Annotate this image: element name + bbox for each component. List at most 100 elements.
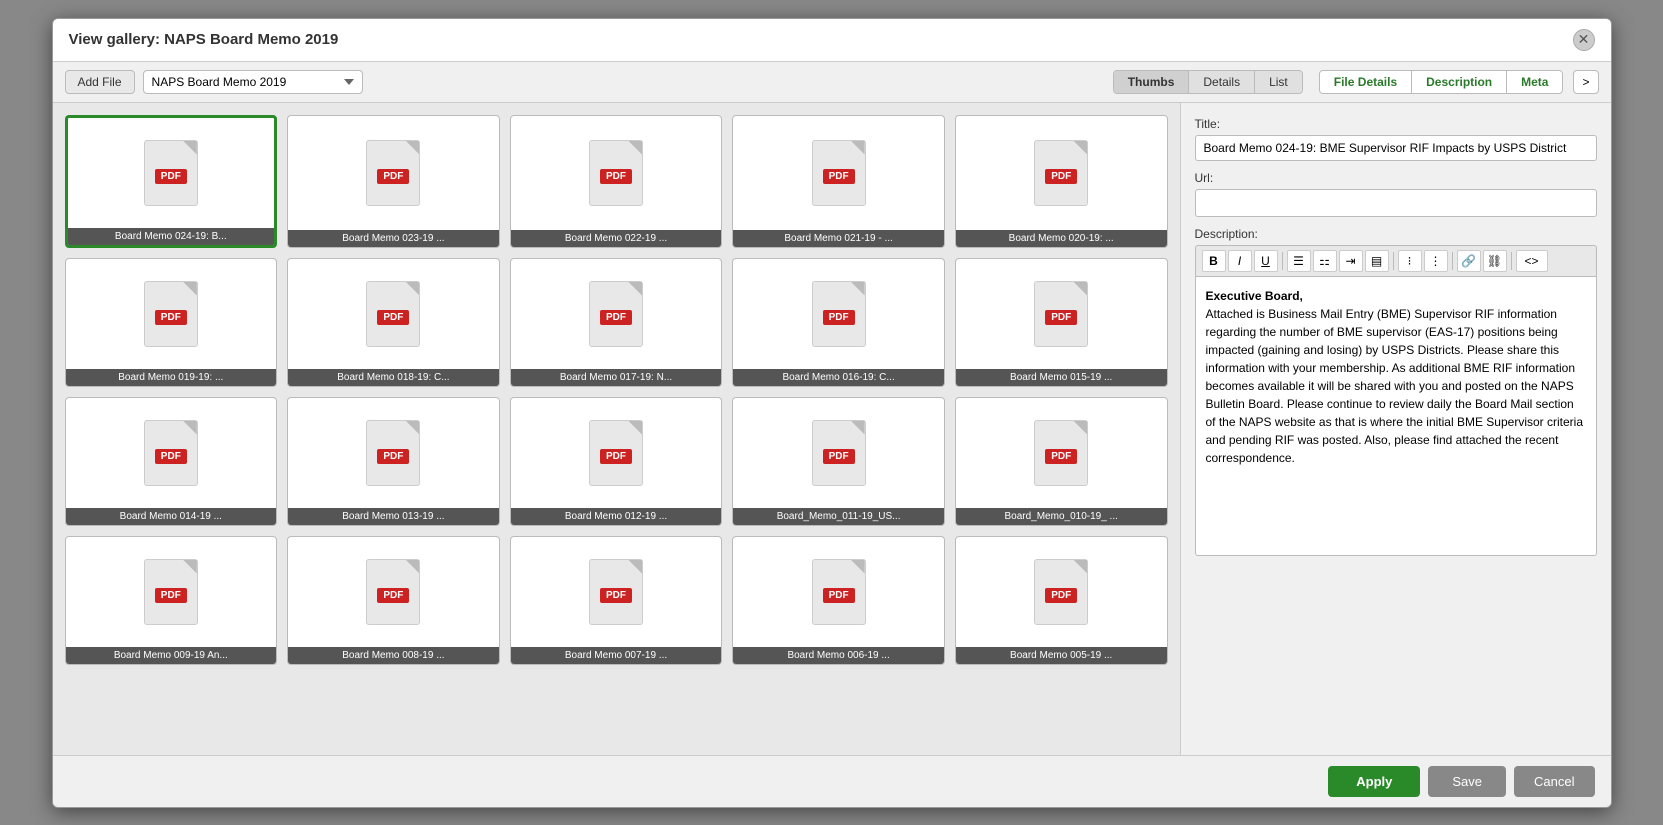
thumb-img-10: PDF: [66, 398, 277, 508]
thumb-item-3[interactable]: PDF Board Memo 021-19 - ...: [732, 115, 945, 248]
thumb-img-2: PDF: [511, 116, 722, 230]
url-input[interactable]: [1195, 189, 1597, 217]
unlink-button[interactable]: ⛓: [1483, 250, 1507, 272]
cancel-button[interactable]: Cancel: [1514, 766, 1594, 797]
pdf-corner-8: [851, 282, 865, 296]
thumb-item-10[interactable]: PDF Board Memo 014-19 ...: [65, 397, 278, 526]
pdf-badge-2: PDF: [600, 169, 632, 184]
pdf-corner-10: [183, 421, 197, 435]
divider-3: [1452, 252, 1453, 270]
more-button[interactable]: >: [1573, 70, 1598, 94]
pdf-corner-11: [405, 421, 419, 435]
close-button[interactable]: ✕: [1573, 29, 1595, 51]
thumb-item-0[interactable]: PDF Board Memo 024-19: B...: [65, 115, 278, 248]
thumb-item-19[interactable]: PDF Board Memo 005-19 ...: [955, 536, 1168, 665]
pdf-badge-11: PDF: [377, 449, 409, 464]
pdf-icon-11: PDF: [363, 418, 423, 488]
thumb-label-19: Board Memo 005-19 ...: [956, 647, 1167, 664]
bold-button[interactable]: B: [1202, 250, 1226, 272]
thumb-item-15[interactable]: PDF Board Memo 009-19 An...: [65, 536, 278, 665]
thumb-label-6: Board Memo 018-19: C...: [288, 369, 499, 386]
pdf-icon-body-4: PDF: [1034, 140, 1088, 206]
link-button[interactable]: 🔗: [1457, 250, 1481, 272]
align-center-button[interactable]: ⚏: [1313, 250, 1337, 272]
thumb-label-14: Board_Memo_010-19_ ...: [956, 508, 1167, 525]
thumb-item-11[interactable]: PDF Board Memo 013-19 ...: [287, 397, 500, 526]
gallery-select[interactable]: NAPS Board Memo 2019: [143, 70, 363, 94]
thumb-item-6[interactable]: PDF Board Memo 018-19: C...: [287, 258, 500, 387]
thumb-img-5: PDF: [66, 259, 277, 369]
thumb-item-2[interactable]: PDF Board Memo 022-19 ...: [510, 115, 723, 248]
pdf-badge-9: PDF: [1045, 310, 1077, 325]
ordered-list-button[interactable]: ⋮: [1424, 250, 1448, 272]
thumb-label-0: Board Memo 024-19: B...: [68, 228, 275, 245]
thumb-item-17[interactable]: PDF Board Memo 007-19 ...: [510, 536, 723, 665]
apply-button[interactable]: Apply: [1328, 766, 1420, 797]
pdf-icon-18: PDF: [809, 557, 869, 627]
save-button[interactable]: Save: [1428, 766, 1506, 797]
editor-content[interactable]: Executive Board,Attached is Business Mai…: [1195, 276, 1597, 556]
pdf-badge-0: PDF: [155, 169, 187, 184]
thumb-item-14[interactable]: PDF Board_Memo_010-19_ ...: [955, 397, 1168, 526]
thumb-item-13[interactable]: PDF Board_Memo_011-19_US...: [732, 397, 945, 526]
pdf-badge-16: PDF: [377, 588, 409, 603]
thumb-item-18[interactable]: PDF Board Memo 006-19 ...: [732, 536, 945, 665]
pdf-corner-16: [405, 560, 419, 574]
pdf-icon-body-14: PDF: [1034, 420, 1088, 486]
pdf-badge-15: PDF: [155, 588, 187, 603]
thumb-img-16: PDF: [288, 537, 499, 647]
dialog-title: View gallery: NAPS Board Memo 2019: [69, 31, 339, 48]
pdf-icon-0: PDF: [141, 138, 201, 208]
thumb-img-0: PDF: [68, 118, 275, 228]
tab-details[interactable]: Details: [1189, 71, 1255, 93]
pdf-icon-body-0: PDF: [144, 140, 198, 206]
thumb-label-15: Board Memo 009-19 An...: [66, 647, 277, 664]
title-field-group: Title:: [1195, 117, 1597, 161]
tab-file-details[interactable]: File Details: [1320, 71, 1412, 93]
description-label: Description:: [1195, 227, 1597, 241]
tab-meta[interactable]: Meta: [1507, 71, 1562, 93]
url-label: Url:: [1195, 171, 1597, 185]
tab-list[interactable]: List: [1255, 71, 1302, 93]
title-bar: View gallery: NAPS Board Memo 2019 ✕: [53, 19, 1611, 62]
main-content: PDF Board Memo 024-19: B... PDF Board Me…: [53, 103, 1611, 755]
underline-button[interactable]: U: [1254, 250, 1278, 272]
thumb-label-17: Board Memo 007-19 ...: [511, 647, 722, 664]
pdf-badge-8: PDF: [823, 310, 855, 325]
pdf-icon-17: PDF: [586, 557, 646, 627]
thumb-item-5[interactable]: PDF Board Memo 019-19: ...: [65, 258, 278, 387]
thumb-item-1[interactable]: PDF Board Memo 023-19 ...: [287, 115, 500, 248]
pdf-icon-3: PDF: [809, 138, 869, 208]
thumb-label-4: Board Memo 020-19: ...: [956, 230, 1167, 247]
pdf-icon-body-15: PDF: [144, 559, 198, 625]
thumb-item-4[interactable]: PDF Board Memo 020-19: ...: [955, 115, 1168, 248]
pdf-badge-5: PDF: [155, 310, 187, 325]
align-left-button[interactable]: ☰: [1287, 250, 1311, 272]
title-input[interactable]: [1195, 135, 1597, 161]
pdf-icon-9: PDF: [1031, 279, 1091, 349]
add-file-button[interactable]: Add File: [65, 70, 135, 94]
align-right-button[interactable]: ⇥: [1339, 250, 1363, 272]
pdf-icon-body-11: PDF: [366, 420, 420, 486]
thumb-item-9[interactable]: PDF Board Memo 015-19 ...: [955, 258, 1168, 387]
pdf-icon-body-10: PDF: [144, 420, 198, 486]
thumb-item-7[interactable]: PDF Board Memo 017-19: N...: [510, 258, 723, 387]
thumb-label-13: Board_Memo_011-19_US...: [733, 508, 944, 525]
tab-thumbs[interactable]: Thumbs: [1114, 71, 1190, 93]
footer: Apply Save Cancel: [53, 755, 1611, 807]
thumb-img-11: PDF: [288, 398, 499, 508]
align-justify-button[interactable]: ▤: [1365, 250, 1389, 272]
thumb-item-8[interactable]: PDF Board Memo 016-19: C...: [732, 258, 945, 387]
source-button[interactable]: <>: [1516, 250, 1548, 272]
thumb-item-12[interactable]: PDF Board Memo 012-19 ...: [510, 397, 723, 526]
tab-description[interactable]: Description: [1412, 71, 1507, 93]
editor-toolbar: B I U ☰ ⚏ ⇥ ▤ ⁝ ⋮ 🔗 ⛓ <>: [1195, 245, 1597, 276]
unordered-list-button[interactable]: ⁝: [1398, 250, 1422, 272]
italic-button[interactable]: I: [1228, 250, 1252, 272]
pdf-icon-8: PDF: [809, 279, 869, 349]
pdf-corner-5: [183, 282, 197, 296]
pdf-icon-16: PDF: [363, 557, 423, 627]
pdf-corner-3: [851, 141, 865, 155]
thumb-item-16[interactable]: PDF Board Memo 008-19 ...: [287, 536, 500, 665]
pdf-badge-17: PDF: [600, 588, 632, 603]
